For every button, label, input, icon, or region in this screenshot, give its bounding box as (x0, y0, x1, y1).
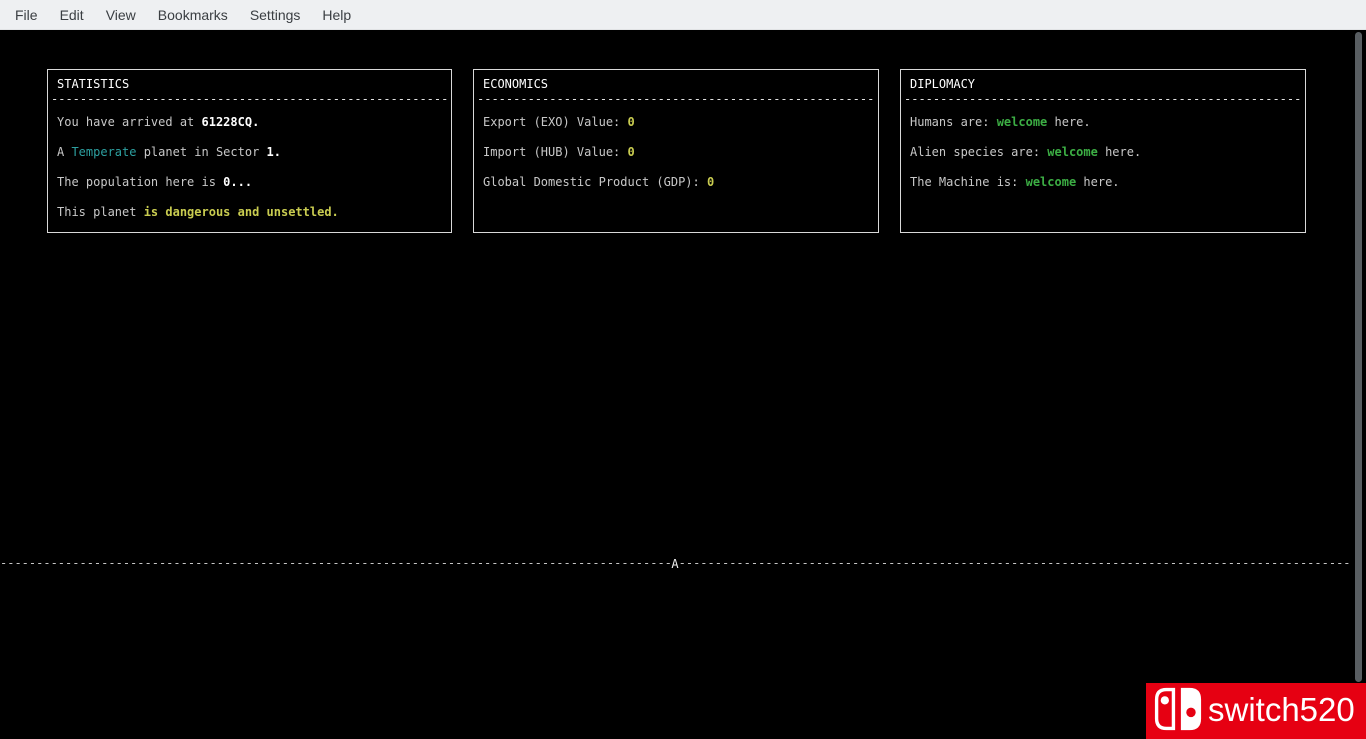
statistics-panel: STATISTICS -----------------------------… (47, 69, 452, 233)
diplomacy-body: Humans are: welcome here. Alien species … (910, 107, 1301, 197)
map-divider: ----------------------------------------… (0, 556, 1350, 571)
menu-edit[interactable]: Edit (49, 0, 95, 29)
export-label: Export (EXO) Value: (483, 115, 628, 129)
gdp-label: Global Domestic Product (GDP): (483, 175, 707, 189)
export-line: Export (EXO) Value: 0 (483, 107, 874, 137)
scrollbar-thumb[interactable] (1355, 32, 1362, 682)
gdp-line: Global Domestic Product (GDP): 0 (483, 167, 874, 197)
statistics-title: STATISTICS (57, 77, 130, 91)
machine-label: The Machine is: (910, 175, 1026, 189)
diplomacy-title: DIPLOMACY (910, 77, 976, 91)
humans-label: Humans are: (910, 115, 997, 129)
import-label: Import (HUB) Value: (483, 145, 628, 159)
watermark-label: switch520 (1208, 690, 1355, 728)
divider-dashes-left: ----------------------------------------… (0, 556, 672, 570)
menu-settings[interactable]: Settings (239, 0, 312, 29)
humans-suffix: here. (1047, 115, 1091, 129)
aliens-status: welcome (1047, 145, 1098, 159)
diplomacy-panel: DIPLOMACY ------------------------------… (900, 69, 1306, 233)
economics-title: ECONOMICS (483, 77, 549, 91)
humans-line: Humans are: welcome here. (910, 107, 1301, 137)
player-marker: A (671, 556, 679, 571)
menu-help[interactable]: Help (311, 0, 362, 29)
planet-mid: planet in Sector (136, 145, 267, 159)
danger-status: is dangerous and unsettled. (143, 205, 339, 219)
planet-type-line: A Temperate planet in Sector 1. (57, 137, 447, 167)
population-line: The population here is 0... (57, 167, 447, 197)
population-value: 0... (223, 175, 253, 189)
danger-label: This planet (57, 205, 144, 219)
machine-suffix: here. (1076, 175, 1120, 189)
menu-file[interactable]: File (4, 0, 49, 29)
menubar: File Edit View Bookmarks Settings Help (0, 0, 1366, 30)
statistics-body: You have arrived at 61228CQ. A Temperate… (57, 107, 447, 227)
export-value: 0 (627, 115, 635, 129)
aliens-suffix: here. (1097, 145, 1142, 159)
scrollbar-track[interactable] (1352, 30, 1366, 739)
economics-separator: ----------------------------------------… (477, 92, 875, 106)
economics-panel: ECONOMICS ------------------------------… (473, 69, 879, 233)
danger-line: This planet is dangerous and unsettled. (57, 197, 447, 227)
arrived-label: You have arrived at (57, 115, 202, 129)
menu-view[interactable]: View (95, 0, 147, 29)
import-line: Import (HUB) Value: 0 (483, 137, 874, 167)
planet-sector: 1. (266, 145, 281, 159)
economics-body: Export (EXO) Value: 0 Import (HUB) Value… (483, 107, 874, 197)
humans-status: welcome (996, 115, 1048, 129)
aliens-line: Alien species are: welcome here. (910, 137, 1301, 167)
menu-bookmarks[interactable]: Bookmarks (147, 0, 239, 29)
planet-code: 61228CQ. (201, 115, 260, 129)
divider-dashes-right: ----------------------------------------… (678, 556, 1351, 570)
watermark-banner: switch520 (1146, 683, 1366, 739)
population-label: The population here is (57, 175, 224, 189)
gdp-value: 0 (706, 175, 715, 189)
nintendo-switch-logo-icon (1153, 685, 1203, 737)
statistics-separator: ----------------------------------------… (51, 92, 448, 106)
aliens-label: Alien species are: (910, 145, 1048, 159)
machine-line: The Machine is: welcome here. (910, 167, 1301, 197)
machine-status: welcome (1025, 175, 1077, 189)
arrived-line: You have arrived at 61228CQ. (57, 107, 447, 137)
diplomacy-separator: ----------------------------------------… (904, 92, 1302, 106)
planet-prefix: A (57, 145, 72, 159)
planet-type: Temperate (71, 145, 137, 159)
import-value: 0 (627, 145, 635, 159)
